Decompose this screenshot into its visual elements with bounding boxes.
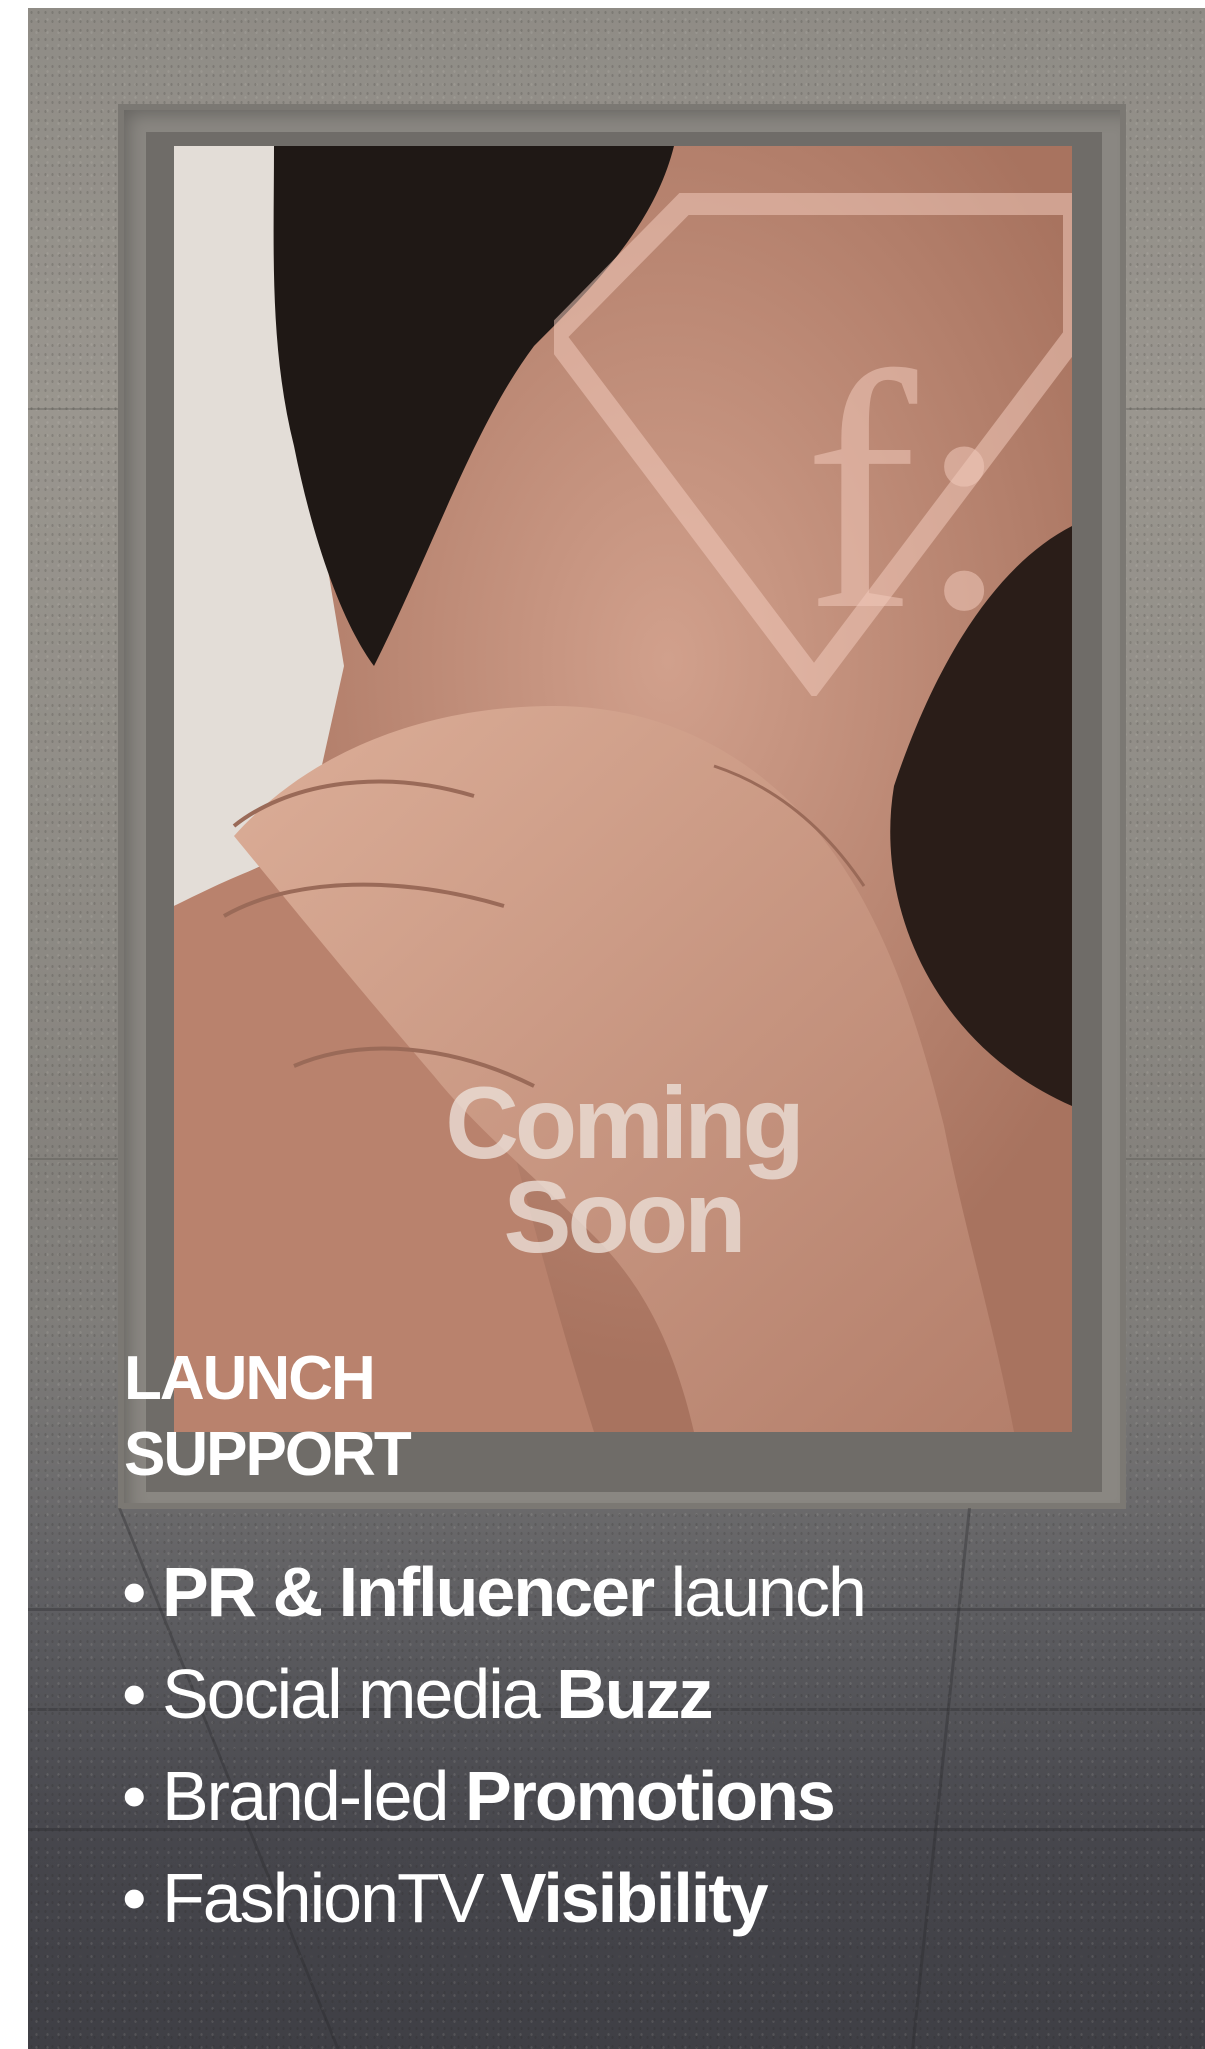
- pavement-seam: [911, 1508, 971, 2049]
- bullet-regular: FashionTV: [161, 1859, 500, 1937]
- bullet-bold: Promotions: [464, 1757, 836, 1835]
- fashiontv-diamond-logo: f:: [554, 193, 1072, 696]
- section-title-line-1: LAUNCH: [124, 1344, 376, 1413]
- bullet-regular: launch: [653, 1553, 867, 1631]
- list-item: • Brand-led Promotions: [122, 1745, 865, 1847]
- bullet-dot: •: [122, 1757, 146, 1835]
- bullet-bold: Buzz: [556, 1655, 713, 1733]
- section-title-line-2: SUPPORT: [124, 1420, 412, 1489]
- launch-support-slide: f: Coming Soon LAUNCH SUPPORT • PR & Inf…: [28, 8, 1205, 2049]
- list-item: • PR & Influencer launch: [122, 1541, 867, 1643]
- headline-line-2: Soon: [503, 1160, 747, 1274]
- bullet-dot: •: [122, 1553, 146, 1631]
- poster-image: f: Coming Soon: [174, 146, 1072, 1432]
- bullet-bold: Visibility: [499, 1859, 769, 1937]
- benefit-list: • PR & Influencer launch • Social media …: [122, 1541, 867, 1949]
- bullet-dot: •: [122, 1655, 146, 1733]
- headline-line-1: Coming: [445, 1066, 805, 1180]
- list-item: • FashionTV Visibility: [122, 1847, 865, 1949]
- section-title: LAUNCH SUPPORT: [124, 1341, 412, 1493]
- bullet-regular: Social media: [161, 1655, 557, 1733]
- bullet-dot: •: [122, 1859, 146, 1937]
- coming-soon-headline: Coming Soon: [174, 1066, 1072, 1274]
- bullet-bold: PR & Influencer: [161, 1553, 655, 1631]
- list-item: • Social media Buzz: [122, 1643, 865, 1745]
- logo-letter: f:: [804, 303, 1012, 680]
- bullet-regular: Brand-led: [161, 1757, 465, 1835]
